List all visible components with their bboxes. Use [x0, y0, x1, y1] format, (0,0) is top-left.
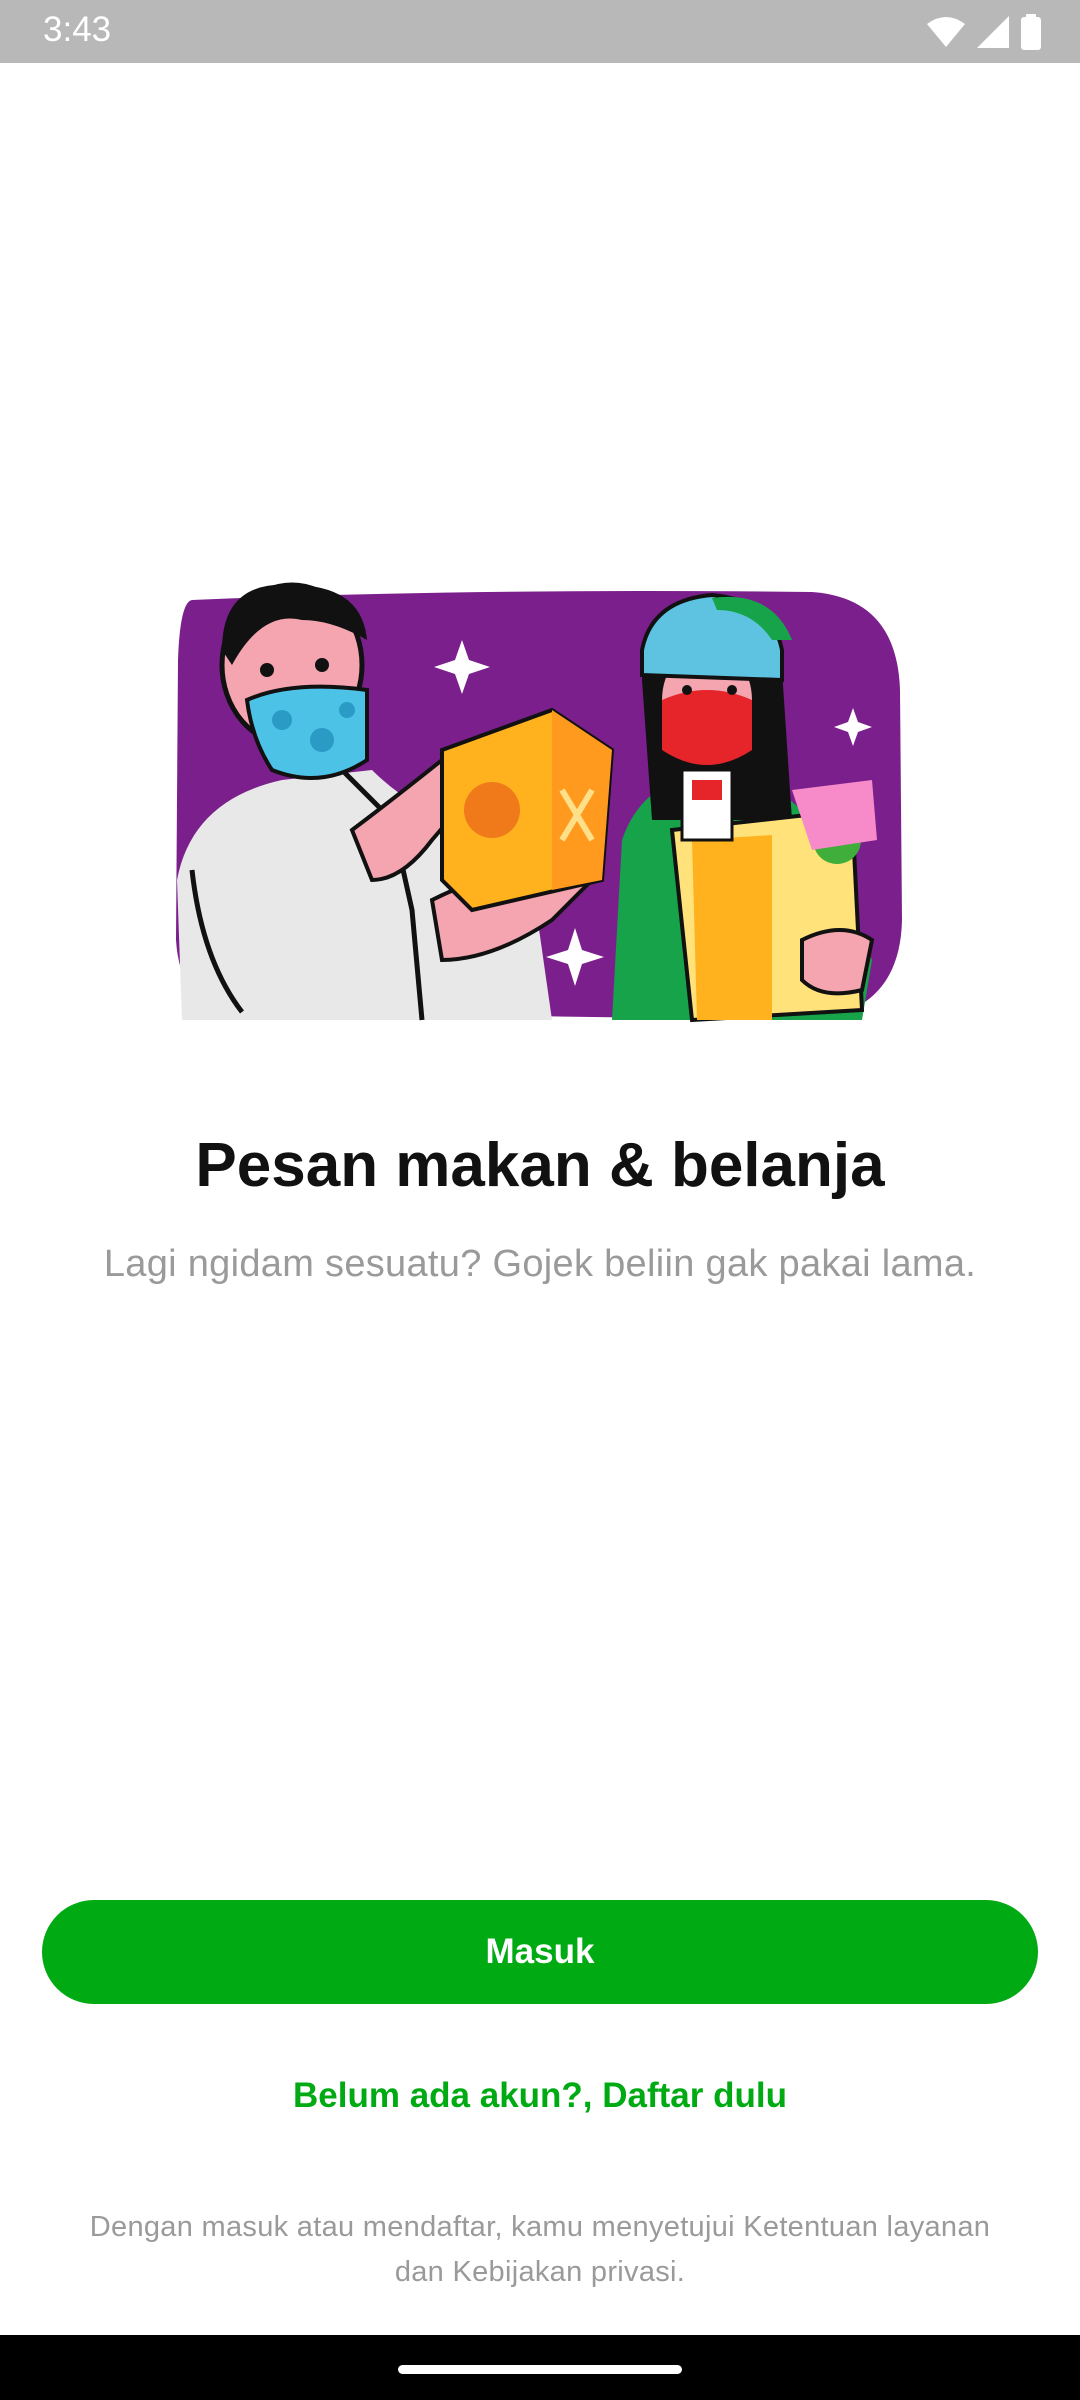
onboarding-title: Pesan makan & belanja [195, 1131, 885, 1200]
status-icons [926, 14, 1042, 50]
status-bar: 3:43 [0, 0, 1080, 63]
terms-line-2: dan Kebijakan privasi. [394, 2256, 686, 2288]
delivery-illustration [172, 580, 908, 1025]
wifi-icon [926, 16, 966, 48]
login-button-label: Masuk [485, 1932, 595, 1971]
home-indicator[interactable] [398, 2365, 682, 2374]
status-time: 3:43 [43, 10, 112, 49]
terms-line-1: Dengan masuk atau mendaftar, kamu menyet… [89, 2211, 991, 2243]
onboarding-screen: 3:43 Pesan makan & belanja Lagi ngidam s… [0, 0, 1080, 2400]
onboarding-subtitle: Lagi ngidam sesuatu? Gojek beliin gak pa… [103, 1243, 977, 1285]
battery-icon [1020, 14, 1042, 50]
terms-text: Dengan masuk atau mendaftar, kamu menyet… [40, 2205, 1040, 2295]
signal-icon [976, 15, 1010, 49]
register-link[interactable]: Belum ada akun?, Daftar dulu [0, 2076, 1080, 2116]
login-button[interactable]: Masuk [42, 1900, 1038, 2004]
